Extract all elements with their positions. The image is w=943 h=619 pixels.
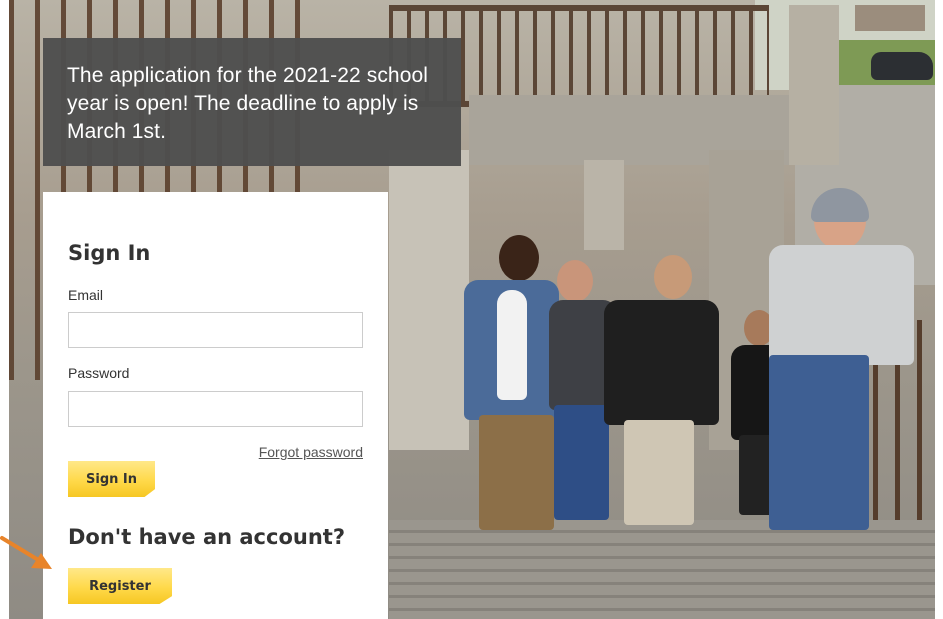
background-car xyxy=(871,52,933,80)
announcement-banner: The application for the 2021-22 school y… xyxy=(43,38,461,166)
announcement-text: The application for the 2021-22 school y… xyxy=(67,64,429,143)
student-figure xyxy=(594,255,724,530)
register-button[interactable]: Register xyxy=(68,568,172,604)
concrete-pillar xyxy=(789,5,839,165)
password-field[interactable] xyxy=(68,391,363,427)
concrete-pillar xyxy=(584,160,624,250)
email-field[interactable] xyxy=(68,312,363,348)
signin-title: Sign In xyxy=(68,241,151,265)
signin-button[interactable]: Sign In xyxy=(68,461,155,497)
background-house xyxy=(855,5,925,31)
signin-panel: Sign In Email Password Forgot password S… xyxy=(43,192,388,619)
email-label: Email xyxy=(68,287,104,303)
password-label: Password xyxy=(68,365,130,381)
register-heading: Don't have an account? xyxy=(68,525,345,549)
student-figure xyxy=(759,188,919,535)
forgot-password-link[interactable]: Forgot password xyxy=(259,444,363,460)
annotation-arrow-icon xyxy=(0,536,52,569)
